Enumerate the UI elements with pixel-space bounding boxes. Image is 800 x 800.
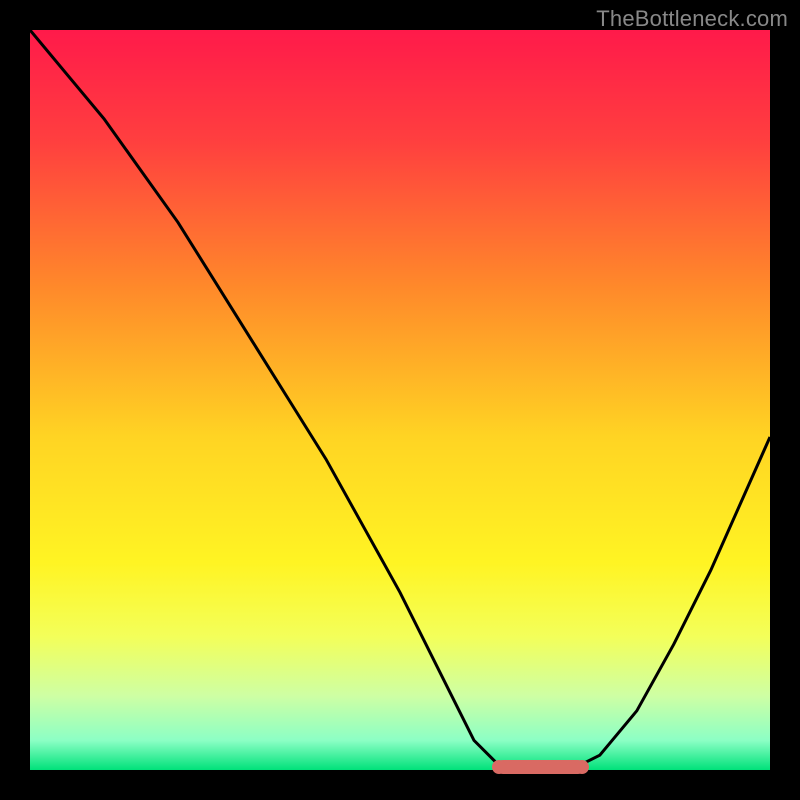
chart-frame bbox=[30, 30, 770, 770]
gradient-background bbox=[30, 30, 770, 770]
watermark-text: TheBottleneck.com bbox=[596, 6, 788, 32]
bottleneck-chart bbox=[30, 30, 770, 770]
trough-marker bbox=[496, 760, 585, 774]
